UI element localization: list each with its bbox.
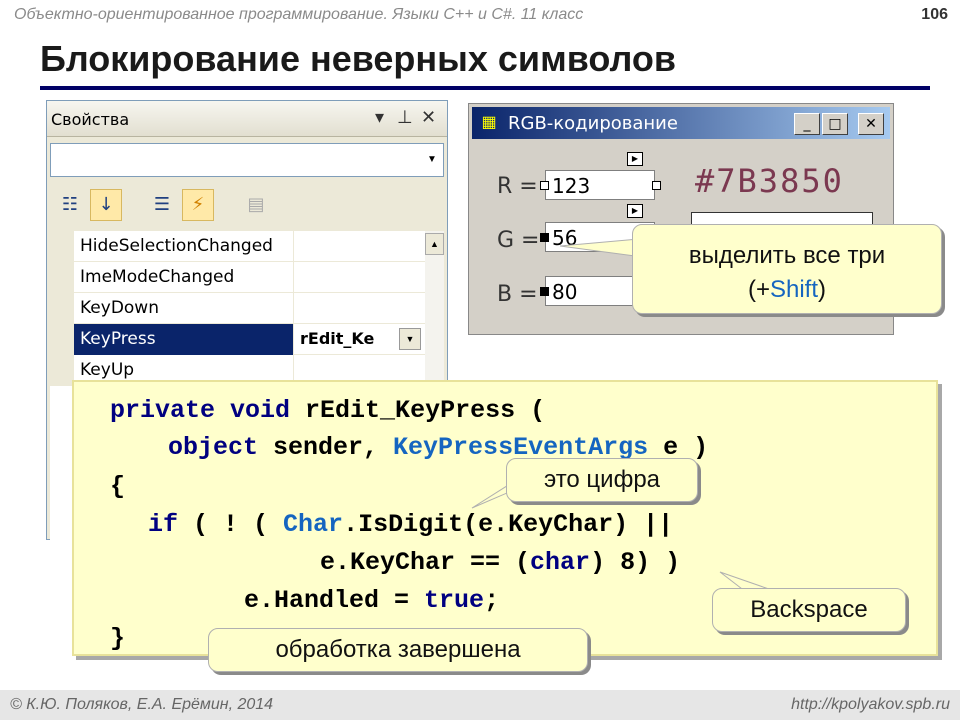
- label-r: R =: [497, 174, 538, 199]
- categorized-icon[interactable]: ☷: [54, 189, 86, 221]
- code-line-1: private void rEdit_KeyPress (: [110, 396, 546, 425]
- property-value[interactable]: [293, 231, 425, 262]
- property-row[interactable]: HideSelectionChanged: [50, 231, 425, 262]
- event-handler-value: rEdit_Ke: [300, 329, 375, 348]
- smart-tag-icon[interactable]: ▶: [627, 204, 643, 218]
- properties-title: Свойства: [51, 110, 130, 129]
- dropdown-icon[interactable]: ▾: [375, 107, 384, 128]
- property-name: KeyPress: [80, 329, 156, 349]
- maximize-icon[interactable]: □: [822, 113, 848, 135]
- chevron-down-icon[interactable]: ▼: [399, 328, 421, 350]
- property-value[interactable]: [293, 293, 425, 324]
- input-b-value: 80: [552, 280, 578, 304]
- properties-view-icon[interactable]: ☰: [146, 189, 178, 221]
- close-icon[interactable]: ✕: [421, 107, 436, 128]
- property-row[interactable]: KeyDown: [50, 293, 425, 324]
- title-underline: [40, 86, 930, 90]
- footer-authors: © К.Ю. Поляков, Е.А. Ерёмин, 2014: [10, 696, 274, 713]
- property-row[interactable]: ImeModeChanged: [50, 262, 425, 293]
- minimize-icon[interactable]: _: [794, 113, 820, 135]
- app-icon: ▦: [481, 114, 497, 131]
- callout-digit: это цифра: [506, 458, 698, 502]
- code-line-5: e.KeyChar == (char) 8) ): [320, 548, 681, 577]
- callout-line2: (+Shift): [747, 276, 827, 303]
- property-pages-icon[interactable]: ▤: [240, 189, 272, 221]
- resize-handle[interactable]: [540, 233, 549, 242]
- resize-handle[interactable]: [652, 181, 661, 190]
- row-margin: [50, 262, 74, 293]
- rgb-window-title: RGB-кодирование: [508, 113, 678, 134]
- input-r[interactable]: 123: [545, 170, 655, 200]
- property-name: ImeModeChanged: [80, 267, 235, 287]
- callout-line1: выделить все три: [688, 242, 886, 269]
- pin-icon[interactable]: ⊥: [397, 107, 413, 128]
- property-name: HideSelectionChanged: [80, 236, 273, 256]
- slide-title: Блокирование неверных символов: [40, 38, 676, 79]
- footer-url[interactable]: http://kpolyakov.spb.ru: [791, 696, 950, 714]
- row-margin: [50, 231, 74, 262]
- chevron-down-icon[interactable]: ▼: [423, 148, 441, 172]
- page-number: 106: [921, 6, 948, 23]
- property-name: KeyDown: [80, 298, 159, 318]
- code-line-6: e.Handled = true;: [244, 586, 500, 615]
- property-name: KeyUp: [80, 360, 135, 380]
- properties-toolbar: ☷ ↓ ☰ ⚡ ▤: [50, 187, 444, 225]
- resize-handle[interactable]: [540, 287, 549, 296]
- row-margin: [50, 324, 74, 355]
- footer: © К.Ю. Поляков, Е.А. Ерёмин, 2014 http:/…: [0, 690, 960, 720]
- hex-color-label: #7B3850: [695, 162, 844, 200]
- label-g: G =: [497, 228, 540, 253]
- property-row-selected[interactable]: KeyPress rEdit_Ke ▼: [50, 324, 425, 355]
- callout-handled: обработка завершена: [208, 628, 588, 672]
- code-line-4: if ( ! ( Char.IsDigit(e.KeyChar) ||: [148, 510, 674, 539]
- rgb-window-titlebar: ▦ RGB-кодирование _ □ ✕: [472, 107, 890, 139]
- callout-backspace: Backspace: [712, 588, 906, 632]
- property-value[interactable]: [293, 262, 425, 293]
- close-icon[interactable]: ✕: [858, 113, 884, 135]
- resize-handle[interactable]: [540, 181, 549, 190]
- events-lightning-icon[interactable]: ⚡: [182, 189, 214, 221]
- property-value[interactable]: rEdit_Ke ▼: [293, 324, 425, 355]
- properties-titlebar: Свойства ▾ ⊥ ✕: [47, 101, 447, 137]
- smart-tag-icon[interactable]: ▶: [627, 152, 643, 166]
- scroll-up-icon[interactable]: ▲: [425, 233, 444, 255]
- label-b: B =: [497, 282, 538, 307]
- row-margin: [50, 293, 74, 324]
- object-selector[interactable]: ▼: [50, 143, 444, 177]
- row-margin: [50, 355, 74, 386]
- input-r-value: 123: [552, 174, 591, 198]
- code-line-3: {: [110, 472, 126, 501]
- course-title: Объектно-ориентированное программировани…: [14, 6, 584, 23]
- code-line-7: }: [110, 624, 126, 653]
- callout-select-three: выделить все три (+Shift): [632, 224, 942, 314]
- sort-alphabetical-icon[interactable]: ↓: [90, 189, 122, 221]
